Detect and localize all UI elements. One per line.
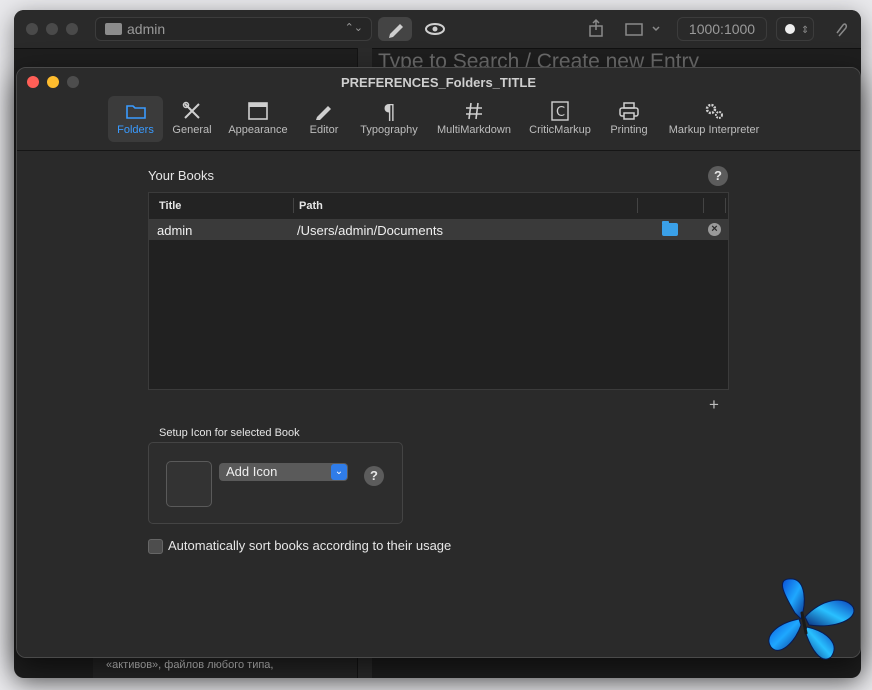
tab-label: Folders xyxy=(117,124,154,136)
tab-markup-interpreter[interactable]: Markup Interpreter xyxy=(662,96,766,142)
window-icon xyxy=(248,102,268,120)
circle-icon: ⇕ xyxy=(785,24,809,36)
popup-value: Add Icon xyxy=(226,464,278,479)
folder-icon xyxy=(125,105,146,119)
column-separator xyxy=(637,198,638,213)
pencil-icon xyxy=(316,106,331,120)
column-separator xyxy=(293,198,294,213)
column-separator xyxy=(725,198,726,213)
pencil-icon xyxy=(389,24,403,38)
setup-icon-help-button[interactable]: ? xyxy=(364,466,384,486)
setup-icon-group: Add Icon ⌄ ? xyxy=(148,442,403,524)
minimize-dot-inactive[interactable] xyxy=(46,23,58,35)
note-snippet: «активов», файлов любого типа, xyxy=(106,659,274,671)
tab-general[interactable]: General xyxy=(167,96,217,142)
printer-icon xyxy=(619,102,639,120)
tab-label: Appearance xyxy=(228,124,288,136)
add-book-button[interactable]: + xyxy=(709,395,719,415)
tab-label: Typography xyxy=(360,124,418,136)
book-path-cell[interactable]: /Users/admin/Documents xyxy=(297,223,443,238)
svg-text:¶: ¶ xyxy=(383,101,396,121)
tab-label: CriticMarkup xyxy=(529,124,591,136)
tab-label: General xyxy=(172,124,212,136)
auto-sort-checkbox[interactable] xyxy=(148,539,163,554)
annotate-menu-button[interactable] xyxy=(622,17,666,41)
background-toolbar: admin ⌃⌄ 1000:1000 ⇕ xyxy=(14,10,861,49)
tab-editor[interactable]: Editor xyxy=(300,96,348,142)
attach-button[interactable] xyxy=(830,17,850,41)
svg-text:⇕: ⇕ xyxy=(801,25,809,36)
reveal-folder-icon[interactable] xyxy=(662,221,678,236)
book-selector-value: admin xyxy=(127,21,166,37)
column-header-title[interactable]: Title xyxy=(159,200,181,212)
books-section-title: Your Books xyxy=(148,168,215,183)
preferences-tabbar: Folders General Appearance Editor ¶ Typo… xyxy=(17,96,860,144)
remove-book-icon[interactable]: × xyxy=(708,223,721,236)
share-icon xyxy=(589,18,603,37)
tab-criticmarkup[interactable]: C CriticMarkup xyxy=(524,96,596,142)
close-dot-inactive[interactable] xyxy=(26,23,38,35)
paperclip-icon xyxy=(836,23,848,37)
book-selector[interactable]: admin ⌃⌄ xyxy=(95,17,372,41)
chevron-updown-icon: ⌃⌄ xyxy=(344,22,363,34)
tab-label: Editor xyxy=(309,124,339,136)
pilcrow-icon: ¶ xyxy=(383,101,396,121)
tab-printing[interactable]: Printing xyxy=(605,96,653,142)
svg-text:C: C xyxy=(556,105,565,120)
table-row[interactable]: admin /Users/admin/Documents × xyxy=(149,220,728,240)
signature-icon xyxy=(625,23,660,36)
chevron-down-icon: ⌄ xyxy=(331,464,347,480)
share-button[interactable] xyxy=(584,17,608,41)
tools-icon xyxy=(182,101,200,119)
books-table: Title Path admin /Users/admin/Documents … xyxy=(148,192,729,390)
add-icon-popup[interactable]: Add Icon ⌄ xyxy=(219,463,348,481)
book-icon-well[interactable] xyxy=(166,461,212,507)
tab-label: MultiMarkdown xyxy=(437,124,511,136)
gears-icon xyxy=(705,103,723,119)
preferences-titlebar: PREFERENCES_Folders_TITLE Folders Genera… xyxy=(17,68,860,151)
preferences-content: Your Books ? Title Path admin /Users/adm… xyxy=(17,151,860,657)
column-header-path[interactable]: Path xyxy=(299,200,323,212)
setup-icon-label: Setup Icon for selected Book xyxy=(159,427,300,439)
folder-icon xyxy=(105,23,122,35)
window-title: PREFERENCES_Folders_TITLE xyxy=(340,75,537,90)
tab-label: Printing xyxy=(610,124,648,136)
column-separator xyxy=(703,198,704,213)
eye-icon xyxy=(425,23,445,35)
book-title-cell[interactable]: admin xyxy=(157,223,192,238)
zoom-level[interactable]: 1000:1000 xyxy=(677,17,767,41)
tab-folders[interactable]: Folders xyxy=(108,96,163,142)
tab-appearance[interactable]: Appearance xyxy=(222,96,294,142)
books-help-button[interactable]: ? xyxy=(708,166,728,186)
critic-icon: C xyxy=(551,101,569,121)
edit-mode-button[interactable] xyxy=(378,17,412,41)
preview-button[interactable] xyxy=(420,17,450,41)
tab-typography[interactable]: ¶ Typography xyxy=(356,96,422,142)
zoom-dot-inactive[interactable] xyxy=(66,23,78,35)
tab-label: Markup Interpreter xyxy=(668,124,760,136)
tab-multimarkdown[interactable]: MultiMarkdown xyxy=(431,96,517,142)
butterfly-logo xyxy=(768,578,855,660)
auto-sort-label[interactable]: Automatically sort books according to th… xyxy=(168,538,451,553)
theme-toggle[interactable]: ⇕ xyxy=(776,17,814,41)
books-table-header: Title Path xyxy=(149,193,728,220)
preferences-window: PREFERENCES_Folders_TITLE Folders Genera… xyxy=(16,67,861,658)
hash-icon xyxy=(466,102,482,120)
